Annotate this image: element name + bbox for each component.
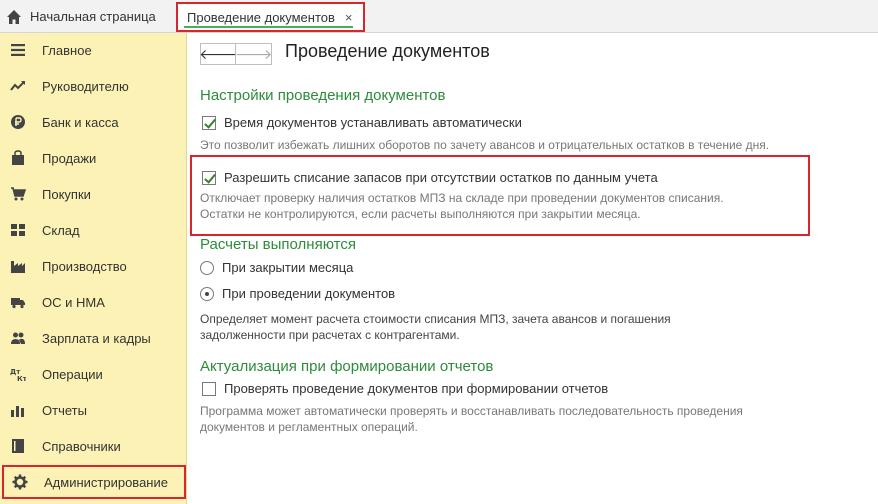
main-content: 🡐 🡒 Проведение документов Настройки пров…	[188, 33, 878, 504]
people-icon	[11, 332, 25, 344]
radio-month-close-label: При закрытии месяца	[222, 260, 354, 275]
allow-writeoff-hint-line1: Отключает проверку наличия остатков МПЗ …	[200, 191, 724, 205]
sidebar-item-label: Главное	[42, 42, 92, 58]
sidebar-item-label: Производство	[42, 258, 127, 274]
check-posting-checkbox[interactable]	[202, 381, 216, 396]
warehouse-icon	[11, 224, 25, 236]
gear-icon	[12, 474, 28, 490]
sidebar-item-label: Покупки	[42, 186, 91, 202]
check-posting-hint-line2: документов и регламентных операций.	[200, 420, 418, 434]
allow-writeoff-label: Разрешить списание запасов при отсутстви…	[224, 170, 658, 185]
trend-icon	[10, 81, 25, 91]
check-posting-option[interactable]: Проверять проведение документов при форм…	[202, 381, 608, 396]
book-icon	[12, 439, 24, 453]
tab-document-posting-label: Проведение документов	[187, 9, 335, 25]
sidebar-item-directories[interactable]: Справочники	[0, 429, 187, 463]
radio-month-close[interactable]: При закрытии месяца	[200, 260, 353, 275]
sidebar-item-bank[interactable]: Банк и касса	[0, 105, 187, 139]
sidebar-item-label: Склад	[42, 222, 80, 238]
sidebar-item-manager[interactable]: Руководителю	[0, 69, 187, 103]
tab-document-posting[interactable]: Проведение документов ×	[176, 2, 365, 32]
truck-icon	[11, 298, 25, 309]
section-reports-actualization-title: Актуализация при формировании отчетов	[200, 358, 494, 375]
cart-icon	[11, 187, 26, 201]
sidebar-item-reports[interactable]: Отчеты	[0, 393, 187, 427]
sidebar-item-administration[interactable]: Администрирование	[2, 465, 186, 499]
radio-on-posting-label: При проведении документов	[222, 286, 396, 301]
sidebar-item-label: Зарплата и кадры	[42, 330, 151, 346]
menu-icon	[11, 44, 25, 56]
sidebar-item-label: Справочники	[42, 438, 121, 454]
sidebar-item-label: Администрирование	[44, 474, 168, 490]
sidebar-item-warehouse[interactable]: Склад	[0, 213, 187, 247]
ruble-icon	[11, 115, 25, 129]
sidebar-item-sales[interactable]: Продажи	[0, 141, 187, 175]
sidebar-item-label: Продажи	[42, 150, 97, 166]
allow-writeoff-hint-line2: Остатки не контролируются, если расчеты …	[200, 207, 641, 221]
sidebar-item-label: Руководителю	[42, 78, 129, 94]
calculations-hint-line1: Определяет момент расчета стоимости спис…	[200, 312, 671, 326]
back-button[interactable]: 🡐	[199, 43, 237, 65]
tab-home-label: Начальная страница	[30, 9, 156, 24]
sidebar: Главное Руководителю Банк и касса Продаж…	[0, 33, 187, 504]
sidebar-item-label: Банк и касса	[42, 114, 119, 130]
check-posting-label: Проверять проведение документов при форм…	[224, 381, 609, 396]
calculations-hint-line2: задолженности при расчетах с контрагента…	[200, 328, 460, 342]
navigation-buttons: 🡐 🡒	[199, 43, 272, 65]
auto-time-label: Время документов устанавливать автоматич…	[224, 115, 522, 130]
check-posting-hint-line1: Программа может автоматически проверять …	[200, 404, 743, 418]
factory-icon	[11, 261, 25, 273]
sidebar-item-main[interactable]: Главное	[0, 33, 187, 67]
tab-home[interactable]: Начальная страница	[0, 0, 156, 33]
forward-button[interactable]: 🡒	[235, 43, 272, 65]
close-icon[interactable]: ×	[345, 10, 353, 25]
sidebar-item-label: Операции	[42, 366, 103, 382]
page-title: Проведение документов	[285, 41, 490, 61]
svg-text:Кт: Кт	[17, 375, 26, 382]
radio-on-posting[interactable]: При проведении документов	[200, 286, 395, 301]
auto-time-hint: Это позволит избежать лишних оборотов по…	[200, 138, 770, 152]
sidebar-item-label: ОС и НМА	[42, 294, 105, 310]
radio-on-posting-button[interactable]	[200, 286, 214, 301]
sidebar-item-production[interactable]: Производство	[0, 249, 187, 283]
radio-month-close-button[interactable]	[200, 260, 214, 275]
active-tab-indicator	[184, 26, 353, 28]
sidebar-item-payroll[interactable]: Зарплата и кадры	[0, 321, 187, 355]
dt-kt-icon: ДтКт	[10, 368, 26, 382]
tab-bar: Начальная страница Проведение документов…	[0, 0, 878, 33]
section-calculations-title: Расчеты выполняются	[200, 236, 356, 253]
section-posting-settings-title: Настройки проведения документов	[200, 87, 446, 104]
sidebar-item-operations[interactable]: Дт Кт Операции	[0, 357, 187, 391]
bar-chart-icon	[11, 406, 24, 417]
sidebar-item-fixed-assets[interactable]: ОС и НМА	[0, 285, 187, 319]
auto-time-checkbox[interactable]	[202, 115, 216, 130]
sidebar-item-label: Отчеты	[42, 402, 87, 418]
bag-icon	[12, 150, 24, 165]
auto-time-option[interactable]: Время документов устанавливать автоматич…	[202, 115, 522, 130]
sidebar-item-purchases[interactable]: Покупки	[0, 177, 187, 211]
allow-writeoff-checkbox[interactable]	[202, 170, 216, 185]
home-icon	[7, 9, 21, 24]
allow-writeoff-option[interactable]: Разрешить списание запасов при отсутстви…	[202, 170, 658, 185]
